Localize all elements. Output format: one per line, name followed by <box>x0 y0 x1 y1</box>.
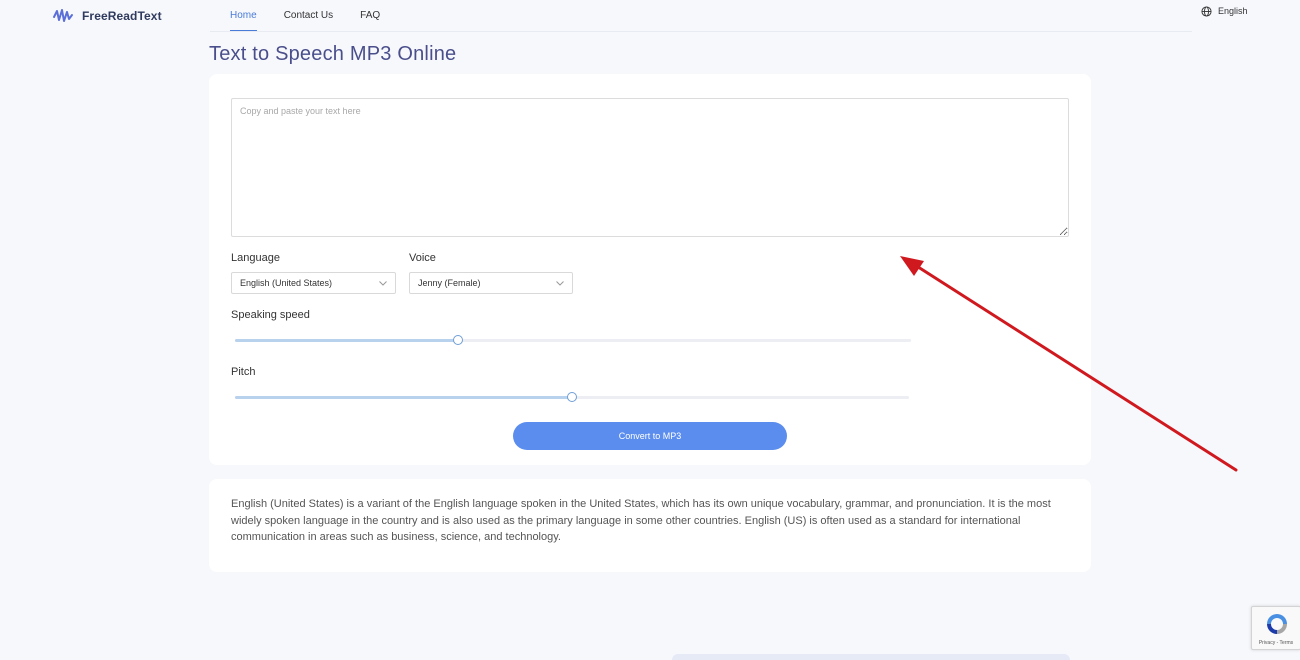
nav-home[interactable]: Home <box>230 0 257 31</box>
recaptcha-icon <box>1267 614 1287 634</box>
nav-faq[interactable]: FAQ <box>360 0 380 31</box>
brand-name: FreeReadText <box>82 9 162 23</box>
recaptcha-footer: Privacy - Terms <box>1258 640 1294 646</box>
speed-label: Speaking speed <box>231 309 310 321</box>
language-description: English (United States) is a variant of … <box>231 498 1051 543</box>
tts-form-card: Language English (United States) Voice J… <box>209 74 1091 465</box>
pitch-slider-handle[interactable] <box>567 392 577 402</box>
globe-icon <box>1201 5 1212 17</box>
site-language-selector[interactable]: English <box>1201 4 1248 18</box>
speed-slider[interactable] <box>235 335 911 345</box>
voice-select[interactable]: Jenny (Female) <box>409 272 573 294</box>
page-title: Text to Speech MP3 Online <box>209 43 457 65</box>
main-nav: Home Contact Us FAQ <box>230 0 380 31</box>
pitch-slider[interactable] <box>235 392 909 402</box>
waveform-logo-icon <box>53 9 73 22</box>
section-edge <box>672 654 1070 660</box>
pitch-slider-fill <box>235 396 572 399</box>
text-input[interactable] <box>231 98 1069 237</box>
site-language-label: English <box>1218 6 1248 16</box>
speed-slider-fill <box>235 339 459 342</box>
language-select[interactable]: English (United States) <box>231 272 396 294</box>
top-header: FreeReadText Home Contact Us FAQ English <box>0 0 1300 32</box>
chevron-down-icon <box>379 280 387 286</box>
pitch-label: Pitch <box>231 366 256 378</box>
language-select-value: English (United States) <box>240 278 333 288</box>
voice-label: Voice <box>409 252 436 264</box>
voice-select-value: Jenny (Female) <box>418 278 481 288</box>
nav-contact-us[interactable]: Contact Us <box>284 0 333 31</box>
chevron-down-icon <box>556 280 564 286</box>
recaptcha-badge[interactable]: Privacy - Terms <box>1251 606 1300 650</box>
language-label: Language <box>231 252 280 264</box>
header-divider <box>210 31 1192 32</box>
speed-slider-handle[interactable] <box>453 335 464 345</box>
brand-logo[interactable]: FreeReadText <box>52 6 162 26</box>
convert-to-mp3-button[interactable]: Convert to MP3 <box>513 422 787 450</box>
language-info-card: English (United States) is a variant of … <box>209 479 1091 572</box>
